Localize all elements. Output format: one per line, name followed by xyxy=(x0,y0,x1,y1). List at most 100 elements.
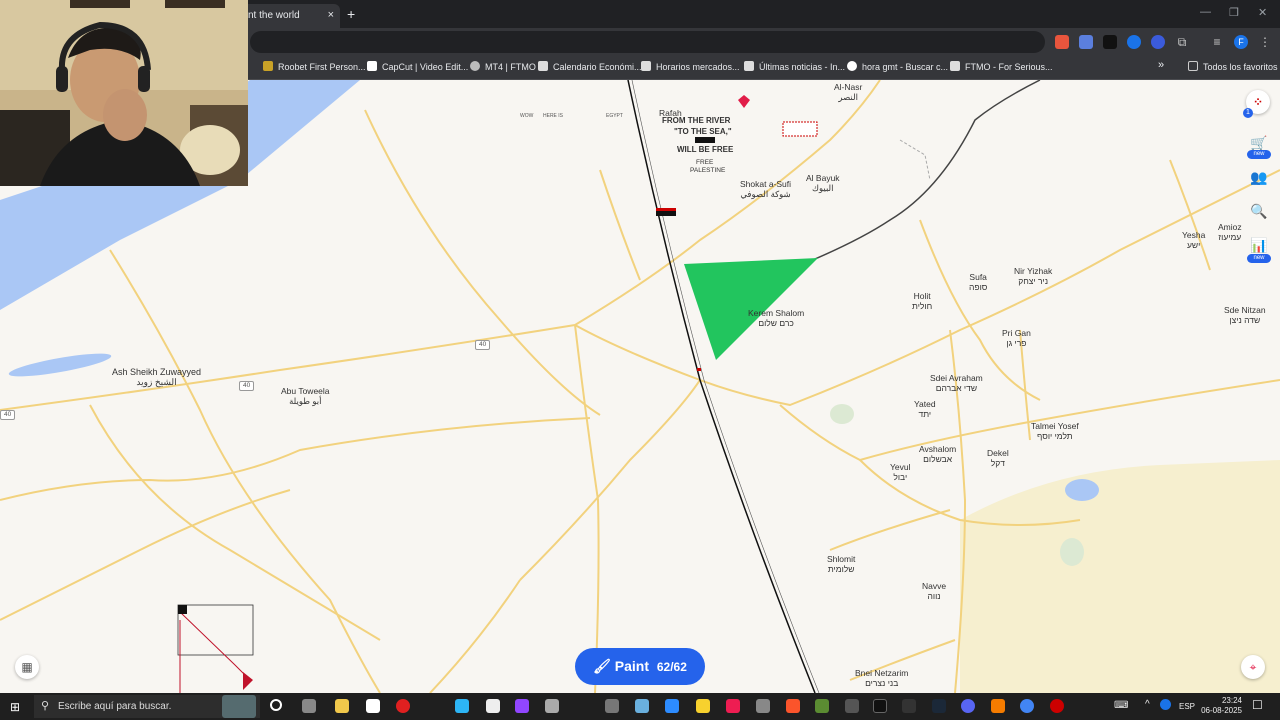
bookmark-item[interactable]: Horarios mercados... xyxy=(641,61,740,72)
address-bar[interactable] xyxy=(250,31,1045,53)
clock[interactable]: 23:24 06-08-2025 xyxy=(1198,696,1242,716)
dashed-line xyxy=(899,139,931,181)
paint-count: 62/62 xyxy=(656,660,687,674)
calculator-icon[interactable] xyxy=(605,699,619,713)
pixel-text: "TO THE SEA," xyxy=(674,127,732,136)
fence-line xyxy=(807,80,1041,263)
new-badge: new xyxy=(1247,254,1271,263)
discord-icon[interactable] xyxy=(961,699,975,713)
park-shape xyxy=(1060,538,1084,566)
profile-avatar[interactable]: F xyxy=(1234,35,1248,49)
road-shield: 40 xyxy=(475,340,491,350)
bookmark-item[interactable]: hora gmt - Buscar c... xyxy=(847,61,948,72)
minecraft-icon[interactable] xyxy=(815,699,829,713)
extension-icon[interactable] xyxy=(1103,35,1117,49)
place-label: Kerem Shalom כרם שלום xyxy=(748,308,805,328)
cortana-icon[interactable] xyxy=(270,699,282,711)
windows-start-icon[interactable]: ⊞ xyxy=(10,700,20,714)
bookmark-item[interactable]: MT4 | FTMO xyxy=(470,61,536,72)
place-label: Sdei Avraham שדי אברהם xyxy=(930,373,983,393)
menu-icon[interactable]: ⋮ xyxy=(1258,35,1272,49)
place-label: Sde Nitzan שדה ניצן xyxy=(1224,305,1266,325)
close-window-icon[interactable]: ✕ xyxy=(1258,6,1267,19)
chrome-icon[interactable] xyxy=(1020,699,1034,713)
bookmark-item[interactable]: Últimas noticias - In... xyxy=(744,61,845,72)
pixel-text: PALESTINE xyxy=(690,167,726,174)
extension-icon[interactable] xyxy=(1055,35,1069,49)
tab-title: nt the world xyxy=(248,10,300,21)
close-tab-icon[interactable]: × xyxy=(328,9,334,21)
browser-tab[interactable]: nt the world × xyxy=(240,4,340,28)
paint-label: Paint xyxy=(614,658,649,674)
bookmark-item[interactable]: CapCut | Video Edit... xyxy=(367,61,468,72)
place-label: Navve נווה xyxy=(922,581,947,601)
place-label: Nir Yizhak ניר יצחק xyxy=(1014,266,1053,286)
place-label: Dekel דקל xyxy=(987,448,1009,468)
app-icon[interactable] xyxy=(902,699,916,713)
heart-pixel xyxy=(738,95,750,108)
bookmark-item[interactable]: Roobet First Person... xyxy=(263,61,366,72)
zoom-icon[interactable] xyxy=(665,699,679,713)
extension-icon[interactable] xyxy=(1127,35,1141,49)
brave-icon[interactable] xyxy=(786,699,800,713)
chrome-tray-icon[interactable] xyxy=(1160,699,1171,710)
grid-icon[interactable]: ▦ xyxy=(15,655,39,679)
brush-icon: 🖌 xyxy=(593,658,611,674)
bookmark-item[interactable]: Calendario Económi... xyxy=(538,61,642,72)
locate-icon[interactable]: ⌖ xyxy=(1241,655,1265,679)
keyboard-icon[interactable]: ⌨ xyxy=(1114,700,1128,711)
file-icon[interactable] xyxy=(486,699,500,713)
place-label: Bnei Netzarim בני נצרים xyxy=(855,668,909,688)
settings-icon[interactable] xyxy=(545,699,559,713)
place-label: Shlomit שלומית xyxy=(827,554,856,574)
translate-icon[interactable] xyxy=(1079,35,1093,49)
pixel-text: EGYPT xyxy=(606,113,623,119)
paint-button[interactable]: 🖌 Paint 62/62 xyxy=(575,648,705,685)
sand-area xyxy=(960,460,1280,693)
app-icon[interactable] xyxy=(756,699,770,713)
twitch-icon[interactable] xyxy=(515,699,529,713)
place-label: Pri Gan פרי גן xyxy=(1002,328,1031,348)
steam-icon[interactable] xyxy=(932,699,946,713)
app-icon[interactable] xyxy=(635,699,649,713)
pixel-text: WOW xyxy=(520,113,534,119)
pixel-art xyxy=(697,368,701,371)
place-label: Shokat a-Sufi شوكة الصوفي xyxy=(740,179,792,199)
maximize-icon[interactable]: ❐ xyxy=(1229,6,1239,19)
users-icon[interactable]: 👥 xyxy=(1246,164,1272,190)
notification-icon[interactable]: ☐ xyxy=(1252,698,1263,712)
place-label: Avshalom אבשלום xyxy=(919,444,957,464)
file-explorer-icon[interactable] xyxy=(335,699,349,713)
tiktok-icon[interactable] xyxy=(726,699,740,713)
place-label: Amioz עמיעוז xyxy=(1218,222,1242,242)
search-map-icon[interactable]: 🔍 xyxy=(1246,198,1272,224)
app-icon[interactable] xyxy=(845,699,859,713)
place-label: Rafah xyxy=(659,108,682,118)
bookmark-item[interactable]: FTMO - For Serious... xyxy=(950,61,1053,72)
pixel-art xyxy=(178,605,187,614)
lake-shape xyxy=(8,353,112,377)
place-label: Abu Toweela أبو طويلة xyxy=(281,386,330,406)
search-highlight-image xyxy=(222,695,256,718)
language-indicator[interactable]: ESP xyxy=(1179,702,1195,712)
road-shield: 40 xyxy=(239,381,255,391)
sticky-notes-icon[interactable] xyxy=(696,699,710,713)
place-label: Holit חולית xyxy=(912,291,933,311)
tray-chevron-icon[interactable]: ^ xyxy=(1145,699,1150,710)
new-tab-button[interactable]: + xyxy=(347,6,355,22)
puzzle-icon[interactable]: ⧉ xyxy=(1175,35,1189,49)
capcut-icon[interactable] xyxy=(873,699,887,713)
opera-icon[interactable] xyxy=(396,699,410,713)
notepad-icon[interactable] xyxy=(366,699,380,713)
tab-search-icon[interactable]: ≡ xyxy=(1210,35,1224,49)
screen: nt the world × + — ❐ ✕ ⧉ ≡ F ⋮ Roobet Fi… xyxy=(0,0,1280,720)
all-bookmarks-folder[interactable]: Todos los favoritos xyxy=(1188,61,1278,72)
app-icon[interactable] xyxy=(1050,699,1064,713)
park-shape xyxy=(830,404,854,424)
copilot-icon[interactable] xyxy=(455,699,469,713)
task-view-icon[interactable] xyxy=(302,699,316,713)
more-bookmarks-icon[interactable]: » xyxy=(1158,59,1164,71)
app-icon[interactable] xyxy=(991,699,1005,713)
extension-icon[interactable] xyxy=(1151,35,1165,49)
minimize-icon[interactable]: — xyxy=(1200,6,1211,18)
